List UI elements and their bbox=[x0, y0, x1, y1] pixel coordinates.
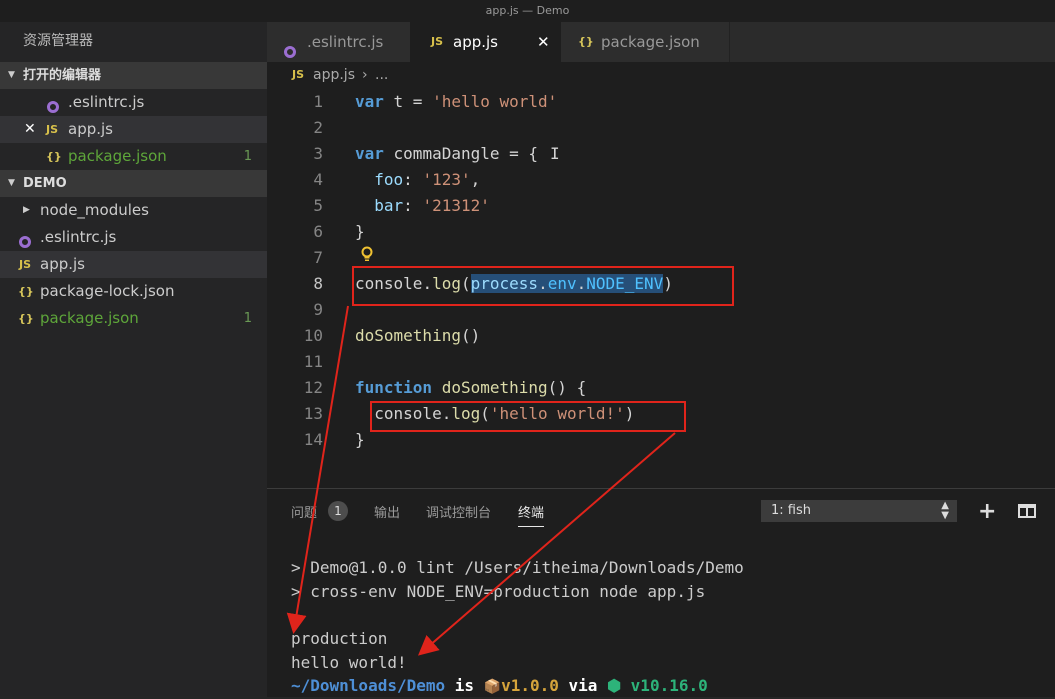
plus-icon[interactable]: + bbox=[978, 499, 996, 524]
code-line-3: var commaDangle = {I bbox=[355, 144, 560, 163]
tab-label: package.json bbox=[601, 33, 700, 51]
code-line-10: doSomething() bbox=[355, 326, 481, 345]
open-editor-item-package-json[interactable]: {} package.json 1 bbox=[0, 143, 267, 170]
code-editor[interactable]: 1 2 3 4 5 6 7 8 9 10 11 12 13 14 var t =… bbox=[267, 88, 1055, 488]
text-cursor-icon: I bbox=[550, 144, 560, 163]
annotation-box bbox=[352, 266, 734, 306]
js-icon: JS bbox=[19, 258, 32, 271]
tree-item-eslintrc[interactable]: .eslintrc.js bbox=[0, 224, 267, 251]
line-number: 2 bbox=[313, 118, 323, 137]
tab-problems[interactable]: 问题 bbox=[291, 502, 317, 521]
problem-count: 1 bbox=[243, 149, 252, 164]
line-number: 5 bbox=[313, 196, 323, 215]
open-editor-item-appjs[interactable]: ✕ JS app.js bbox=[0, 116, 267, 143]
tree-item-appjs[interactable]: JS app.js bbox=[0, 251, 267, 278]
tree-item-label: app.js bbox=[40, 255, 85, 273]
bottom-panel: 问题 1 输出 调试控制台 终端 1: fish ▲ ▼ + > Demo@1.0… bbox=[267, 488, 1055, 697]
open-editor-label: app.js bbox=[68, 120, 113, 138]
tab-label: .eslintrc.js bbox=[307, 33, 384, 51]
tab-appjs[interactable]: JS app.js ✕ bbox=[410, 22, 562, 62]
code-line-12: function doSomething() { bbox=[355, 378, 587, 397]
open-editors-label: 打开的编辑器 bbox=[23, 68, 102, 83]
line-number-current: 8 bbox=[313, 274, 323, 293]
lightbulb-icon[interactable] bbox=[361, 246, 373, 262]
chevron-down-icon: ▼ bbox=[8, 70, 15, 80]
open-editor-label: package.json bbox=[68, 147, 167, 165]
tab-terminal[interactable]: 终端 bbox=[518, 502, 545, 527]
tree-item-package-json[interactable]: {} package.json 1 bbox=[0, 305, 267, 332]
code-line-14: } bbox=[355, 430, 365, 449]
js-icon: JS bbox=[292, 68, 305, 81]
line-number: 6 bbox=[313, 222, 323, 241]
tab-debug-console[interactable]: 调试控制台 bbox=[426, 502, 491, 521]
line-number: 12 bbox=[303, 378, 323, 397]
json-icon: {} bbox=[46, 150, 62, 163]
breadcrumb-file[interactable]: app.js bbox=[313, 62, 355, 88]
terminal-select[interactable]: 1: fish ▲ ▼ bbox=[761, 500, 957, 522]
package-icon: 📦 bbox=[483, 679, 502, 695]
tree-item-label: package.json bbox=[40, 309, 139, 327]
terminal-prompt[interactable]: ~/Downloads/Demo is 📦v1.0.0 via ⬢ v10.16… bbox=[291, 674, 708, 698]
line-number: 3 bbox=[313, 144, 323, 163]
tab-output[interactable]: 输出 bbox=[374, 502, 400, 521]
problem-count: 1 bbox=[243, 311, 252, 326]
code-line-4: foo: '123', bbox=[355, 170, 481, 189]
tab-eslintrc[interactable]: .eslintrc.js bbox=[267, 22, 411, 62]
line-number: 10 bbox=[303, 326, 323, 345]
problems-badge: 1 bbox=[328, 501, 348, 521]
updown-icon: ▲ ▼ bbox=[941, 500, 949, 521]
window-title: app.js — Demo bbox=[0, 0, 1055, 23]
tab-package-json[interactable]: {} package.json bbox=[561, 22, 730, 62]
js-icon: JS bbox=[431, 35, 444, 48]
chevron-right-icon: ▶ bbox=[23, 205, 30, 215]
tree-item-label: .eslintrc.js bbox=[40, 228, 117, 246]
open-editors-section[interactable]: ▼ 打开的编辑器 bbox=[0, 62, 267, 89]
code-line-5: bar: '21312' bbox=[355, 196, 490, 215]
open-editor-label: .eslintrc.js bbox=[68, 93, 145, 111]
close-tab-icon[interactable]: ✕ bbox=[537, 22, 550, 62]
line-number: 13 bbox=[303, 404, 323, 423]
explorer-sidebar: 资源管理器 ▼ 打开的编辑器 .eslintrc.js ✕ JS app.js … bbox=[0, 22, 267, 696]
explorer-title: 资源管理器 bbox=[23, 33, 93, 49]
tree-item-label: package-lock.json bbox=[40, 282, 175, 300]
tree-item-package-lock[interactable]: {} package-lock.json bbox=[0, 278, 267, 305]
line-number: 4 bbox=[313, 170, 323, 189]
line-number: 14 bbox=[303, 430, 323, 449]
line-number: 9 bbox=[313, 300, 323, 319]
code-line-6: } bbox=[355, 222, 365, 241]
breadcrumb-more[interactable]: ... bbox=[375, 62, 388, 88]
terminal-select-value: 1: fish bbox=[771, 503, 811, 518]
project-section[interactable]: ▼ DEMO bbox=[0, 170, 267, 197]
project-label: DEMO bbox=[23, 176, 67, 191]
terminal-line: > cross-env NODE_ENV=production node app… bbox=[291, 582, 706, 601]
tree-item-node-modules[interactable]: ▶ node_modules bbox=[0, 197, 267, 224]
annotation-box bbox=[370, 401, 686, 432]
open-editor-item-eslintrc[interactable]: .eslintrc.js bbox=[0, 89, 267, 116]
line-number: 11 bbox=[303, 352, 323, 371]
breadcrumb-separator: › bbox=[362, 67, 368, 83]
close-icon[interactable]: ✕ bbox=[24, 116, 36, 143]
tree-item-label: node_modules bbox=[40, 201, 149, 219]
js-icon: JS bbox=[46, 123, 59, 136]
breadcrumb: JS app.js › ... bbox=[267, 62, 1055, 88]
line-number: 1 bbox=[313, 92, 323, 111]
node-icon: ⬢ bbox=[607, 676, 622, 695]
json-icon: {} bbox=[578, 35, 594, 48]
code-line-1: var t = 'hello world' bbox=[355, 92, 558, 111]
line-number: 7 bbox=[313, 248, 323, 267]
terminal-line: production bbox=[291, 629, 388, 648]
editor-tabs: .eslintrc.js JS app.js ✕ {} package.json bbox=[267, 22, 1055, 62]
terminal-line: > Demo@1.0.0 lint /Users/itheima/Downloa… bbox=[291, 558, 744, 577]
tab-label: app.js bbox=[453, 33, 498, 51]
json-icon: {} bbox=[18, 285, 34, 298]
json-icon: {} bbox=[18, 312, 34, 325]
chevron-down-icon: ▼ bbox=[8, 178, 15, 188]
terminal-line: hello world! bbox=[291, 653, 407, 672]
split-panel-icon[interactable] bbox=[1018, 504, 1036, 518]
